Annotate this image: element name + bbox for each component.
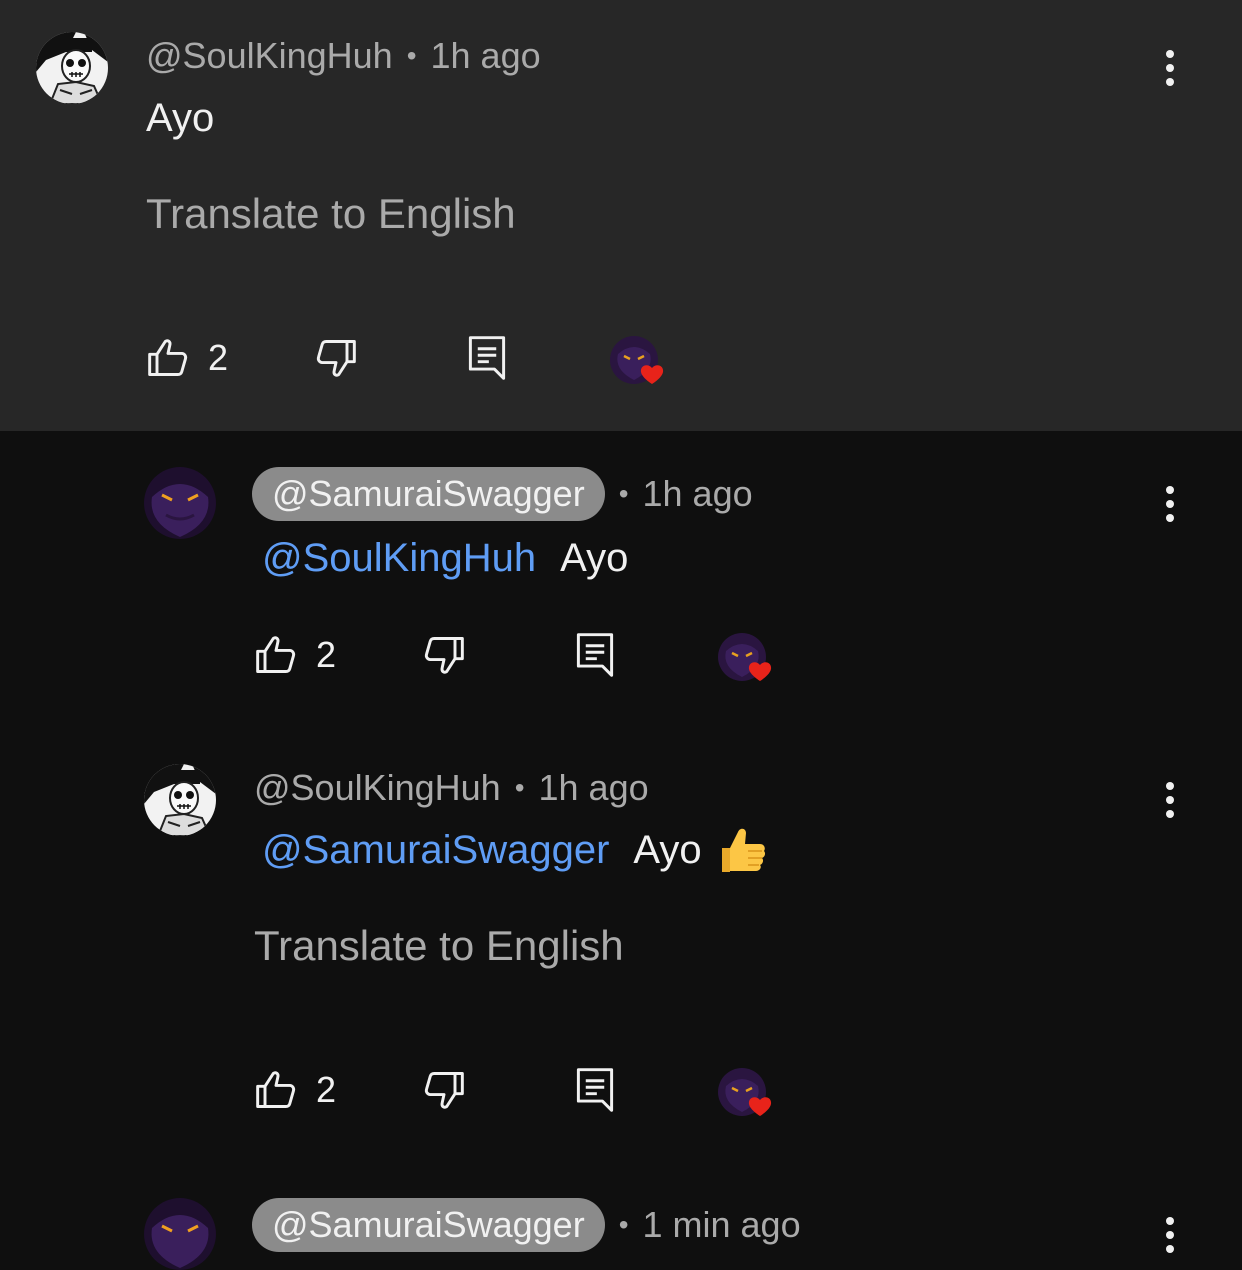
thumbs-up-emoji-icon [716, 824, 768, 876]
comment-time: 1h ago [538, 767, 649, 808]
creator-heart [716, 631, 780, 695]
like-count: 2 [208, 337, 229, 378]
avatar[interactable] [144, 764, 216, 836]
separator-dot: • [514, 772, 525, 803]
more-options-button[interactable] [1150, 38, 1190, 98]
comment-reply-icon [576, 1068, 614, 1112]
creator-heart-icon [610, 336, 664, 384]
more-vert-icon [1166, 782, 1174, 818]
like-button[interactable]: 2 [254, 625, 336, 685]
dislike-button[interactable] [314, 328, 358, 388]
more-options-button[interactable] [1150, 770, 1190, 830]
reply-button[interactable] [466, 328, 508, 388]
comment-actions: 2 [254, 625, 814, 685]
creator-heart [716, 1066, 780, 1130]
comment-meta: @SoulKingHuh • 1h ago [254, 761, 649, 815]
translate-link[interactable]: Translate to English [146, 190, 516, 238]
mention-link[interactable]: @SoulKingHuh [262, 536, 536, 581]
more-options-button[interactable] [1150, 474, 1190, 534]
dislike-button[interactable] [422, 1060, 466, 1120]
creator-heart-icon [718, 633, 772, 681]
comment-meta: @SoulKingHuh • 1h ago [146, 29, 541, 83]
skeleton-avatar-icon [36, 32, 108, 104]
creator-handle-pill[interactable]: @SamuraiSwagger [252, 1198, 605, 1252]
purple-creature-avatar-icon [144, 1198, 216, 1270]
separator-dot: • [406, 40, 417, 71]
creator-heart [608, 334, 672, 398]
comment-text: @SamuraiSwagger Ayo [262, 822, 768, 878]
thumb-up-icon [256, 636, 296, 673]
avatar[interactable] [144, 1198, 216, 1270]
thumb-down-icon [424, 637, 464, 674]
comment-reply-icon [468, 336, 506, 380]
thumb-down-icon [424, 1072, 464, 1109]
like-count: 2 [316, 1069, 337, 1110]
more-options-button[interactable] [1150, 1205, 1190, 1265]
comment-text-content: Ayo [146, 95, 215, 140]
comment-text: @SoulKingHuh Ayo [262, 532, 628, 584]
avatar[interactable] [144, 467, 216, 539]
separator-dot: • [618, 1209, 629, 1240]
more-vert-icon [1166, 50, 1174, 86]
dislike-button[interactable] [422, 625, 466, 685]
comment-actions: 2 [146, 328, 706, 388]
thumb-down-icon [316, 340, 356, 377]
thumb-up-icon [148, 339, 188, 376]
comment-actions: 2 [254, 1060, 814, 1120]
creator-handle-pill[interactable]: @SamuraiSwagger [252, 467, 605, 521]
translate-link[interactable]: Translate to English [254, 922, 624, 970]
comment-reply-icon [576, 633, 614, 677]
separator-dot: • [618, 478, 629, 509]
comment-meta: @SamuraiSwagger • 1 min ago [252, 1198, 801, 1252]
comment-time: 1h ago [642, 473, 753, 514]
comment-time: 1 min ago [642, 1204, 801, 1245]
avatar[interactable] [36, 32, 108, 104]
creator-heart-icon [718, 1068, 772, 1116]
thumb-up-icon [256, 1071, 296, 1108]
skeleton-avatar-icon [144, 764, 216, 836]
like-count: 2 [316, 634, 337, 675]
comment-meta: @SamuraiSwagger • 1h ago [252, 467, 753, 521]
comment-text: Ayo [146, 92, 214, 144]
reply-button[interactable] [574, 1060, 616, 1120]
mention-link[interactable]: @SamuraiSwagger [262, 828, 609, 873]
comment-text-content: Ayo [633, 827, 702, 872]
like-button[interactable]: 2 [254, 1060, 336, 1120]
more-vert-icon [1166, 1217, 1174, 1253]
like-button[interactable]: 2 [146, 328, 228, 388]
comment-time: 1h ago [430, 35, 541, 76]
author-handle[interactable]: @SoulKingHuh [146, 35, 393, 77]
reply-button[interactable] [574, 625, 616, 685]
author-handle[interactable]: @SoulKingHuh [254, 767, 501, 809]
more-vert-icon [1166, 486, 1174, 522]
comment-text-content: Ayo [560, 535, 629, 580]
purple-creature-avatar-icon [144, 467, 216, 539]
